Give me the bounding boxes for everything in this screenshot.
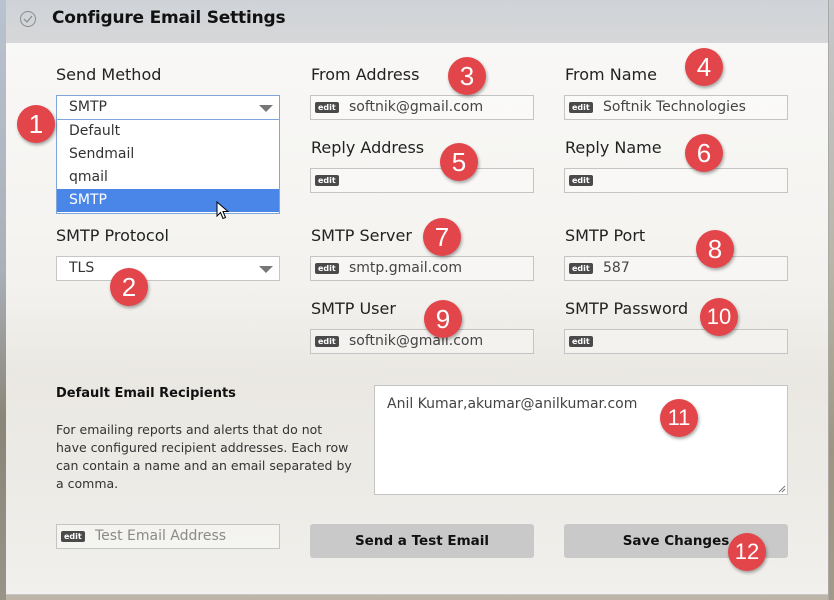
resize-grip-icon[interactable] bbox=[777, 484, 786, 493]
smtp-server-label: SMTP Server bbox=[311, 226, 412, 245]
send-method-select[interactable]: SMTP bbox=[56, 95, 280, 120]
reply-name-label: Reply Name bbox=[565, 138, 662, 157]
annotation-marker: 12 bbox=[728, 533, 766, 571]
smtp-port-label: SMTP Port bbox=[565, 226, 646, 245]
from-address-field[interactable]: edit softnik@gmail.com bbox=[310, 95, 534, 120]
smtp-user-label: SMTP User bbox=[311, 299, 396, 318]
recipients-description: For emailing reports and alerts that do … bbox=[56, 422, 352, 491]
annotation-marker: 10 bbox=[700, 298, 738, 336]
recipients-value: Anil Kumar,akumar@anilkumar.com bbox=[387, 396, 638, 412]
reply-address-field[interactable]: edit bbox=[310, 168, 534, 193]
option-smtp[interactable]: SMTP bbox=[57, 189, 279, 212]
edit-icon: edit bbox=[315, 102, 339, 113]
smtp-protocol-label: SMTP Protocol bbox=[56, 226, 169, 245]
test-email-placeholder: Test Email Address bbox=[95, 528, 227, 544]
smtp-protocol-select[interactable]: TLS bbox=[56, 256, 280, 281]
edit-icon: edit bbox=[315, 263, 339, 274]
annotation-marker: 7 bbox=[423, 218, 461, 256]
send-method-value: SMTP bbox=[69, 99, 107, 115]
edit-icon: edit bbox=[61, 531, 85, 542]
edit-icon: edit bbox=[569, 175, 593, 186]
annotation-marker: 8 bbox=[696, 230, 734, 268]
smtp-server-value: smtp.gmail.com bbox=[349, 260, 462, 276]
smtp-port-value: 587 bbox=[603, 260, 630, 276]
option-default[interactable]: Default bbox=[57, 120, 279, 143]
from-name-field[interactable]: edit Softnik Technologies bbox=[564, 95, 788, 120]
annotation-marker: 5 bbox=[440, 143, 478, 181]
check-circle-icon[interactable] bbox=[20, 11, 36, 27]
annotation-marker: 2 bbox=[110, 268, 148, 306]
chevron-down-icon bbox=[259, 105, 273, 112]
annotation-marker: 11 bbox=[660, 399, 698, 437]
smtp-password-field[interactable]: edit bbox=[564, 329, 788, 354]
mouse-cursor-icon bbox=[216, 201, 230, 220]
edit-icon: edit bbox=[315, 336, 339, 347]
reply-name-field[interactable]: edit bbox=[564, 168, 788, 193]
smtp-port-field[interactable]: edit 587 bbox=[564, 256, 788, 281]
test-email-field[interactable]: edit Test Email Address bbox=[56, 524, 280, 549]
send-test-email-button[interactable]: Send a Test Email bbox=[310, 524, 534, 558]
edit-icon: edit bbox=[315, 175, 339, 186]
recipients-title: Default Email Recipients bbox=[56, 386, 236, 401]
page-title: Configure Email Settings bbox=[52, 8, 286, 28]
smtp-user-value: softnik@gmail.com bbox=[349, 333, 484, 349]
smtp-server-field[interactable]: edit smtp.gmail.com bbox=[310, 256, 534, 281]
from-address-label: From Address bbox=[311, 65, 420, 84]
reply-address-label: Reply Address bbox=[311, 138, 425, 157]
smtp-protocol-value: TLS bbox=[69, 260, 95, 276]
edit-icon: edit bbox=[569, 263, 593, 274]
from-name-value: Softnik Technologies bbox=[603, 99, 746, 115]
send-method-dropdown: Default Sendmail qmail SMTP bbox=[56, 120, 280, 214]
annotation-marker: 4 bbox=[685, 48, 723, 86]
chevron-down-icon bbox=[259, 266, 273, 273]
annotation-marker: 1 bbox=[17, 105, 55, 143]
scrollbar-edge[interactable] bbox=[828, 0, 834, 600]
from-name-label: From Name bbox=[565, 65, 657, 84]
annotation-marker: 3 bbox=[448, 57, 486, 95]
option-qmail[interactable]: qmail bbox=[57, 166, 279, 189]
annotation-marker: 9 bbox=[424, 300, 462, 338]
smtp-password-label: SMTP Password bbox=[565, 299, 689, 318]
smtp-user-field[interactable]: edit softnik@gmail.com bbox=[310, 329, 534, 354]
edit-icon: edit bbox=[569, 336, 593, 347]
recipients-textarea[interactable]: Anil Kumar,akumar@anilkumar.com bbox=[374, 385, 788, 495]
option-sendmail[interactable]: Sendmail bbox=[57, 143, 279, 166]
panel-header: Configure Email Settings bbox=[6, 0, 828, 43]
from-address-value: softnik@gmail.com bbox=[349, 99, 484, 115]
annotation-marker: 6 bbox=[685, 134, 723, 172]
edit-icon: edit bbox=[569, 102, 593, 113]
send-method-label: Send Method bbox=[56, 65, 162, 84]
